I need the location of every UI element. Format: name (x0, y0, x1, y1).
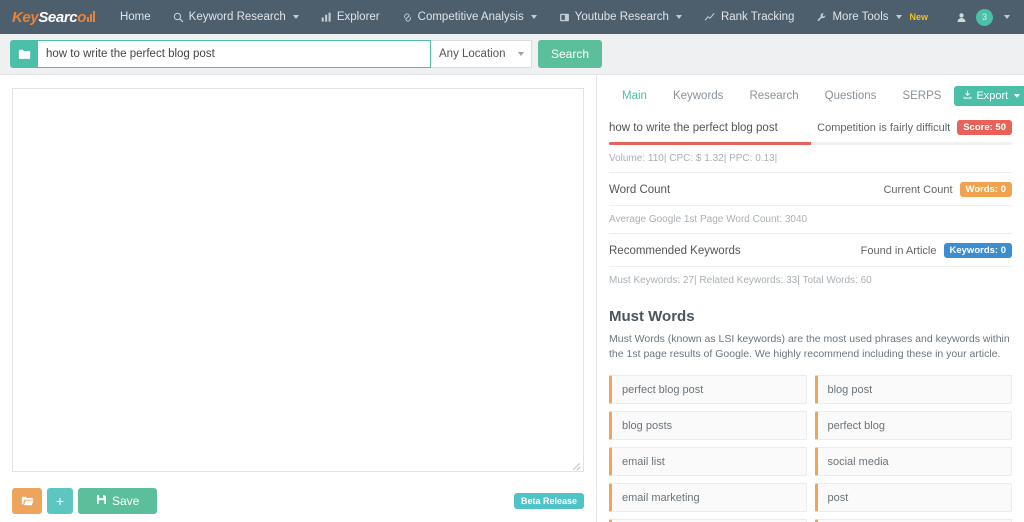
nav-item-competitive-analysis[interactable]: Competitive Analysis (391, 0, 548, 34)
nav-item-more-tools[interactable]: More Tools New (805, 0, 939, 34)
must-word-card[interactable]: blog posts (609, 411, 807, 441)
main-content: + Save Beta Release Main Keywords Resear… (0, 74, 1024, 522)
recommended-group: Found in Article Keywords: 0 (861, 243, 1012, 258)
nav-item-rank-tracking[interactable]: Rank Tracking (693, 0, 806, 34)
export-button-label: Export (976, 90, 1009, 102)
account-badge[interactable]: 3 (976, 8, 993, 26)
textarea-resize-handle[interactable] (569, 457, 582, 470)
chevron-down-icon (518, 52, 524, 56)
keysearch-logo[interactable]: Key Searc o (0, 9, 109, 26)
competition-group: Competition is fairly difficult Score: 5… (817, 120, 1012, 135)
recommended-keywords-row: Recommended Keywords Found in Article Ke… (609, 234, 1012, 258)
article-editor-panel: + Save Beta Release (0, 74, 597, 522)
nav-item-keyword-research[interactable]: Keyword Research (162, 0, 310, 34)
keyword-summary-row: how to write the perfect blog post Compe… (609, 111, 1012, 135)
nav-label-youtube-research: Youtube Research (574, 11, 669, 23)
words-badge: Words: 0 (959, 182, 1012, 197)
nav-label-rank-tracking: Rank Tracking (720, 11, 795, 23)
word-count-title: Word Count (609, 183, 671, 196)
new-badge: New (909, 12, 929, 22)
must-word-card[interactable]: email list (609, 447, 807, 477)
score-badge: Score: 50 (957, 120, 1012, 135)
nav-label-keyword-research: Keyword Research (188, 11, 286, 23)
folder-icon-button[interactable] (10, 40, 38, 68)
must-word-card[interactable]: email marketing (609, 483, 807, 513)
logo-o-text: o (77, 8, 86, 26)
download-icon (963, 90, 972, 102)
nav-label-more-tools: More Tools (832, 11, 889, 23)
nav-label-competitive-analysis: Competitive Analysis (417, 11, 524, 23)
nav-item-youtube-research[interactable]: Youtube Research (548, 0, 693, 34)
must-words-grid: perfect blog post blog post blog posts perf… (609, 366, 1012, 522)
must-words-title: Must Words (609, 308, 695, 325)
editor-toolbar: + Save Beta Release (12, 480, 584, 522)
must-word-card[interactable]: blog post (814, 375, 1012, 405)
search-icon (173, 12, 184, 23)
nav-item-explorer[interactable]: Explorer (310, 0, 391, 34)
competition-text: Competition is fairly difficult (817, 121, 951, 134)
chevron-down-icon (1014, 94, 1021, 98)
location-select[interactable]: Any Location (431, 40, 532, 68)
account-area: 3 (956, 8, 1014, 26)
beta-release-badge: Beta Release (513, 493, 584, 509)
chevron-down-icon (675, 15, 682, 19)
chevron-down-icon (895, 15, 902, 19)
found-in-article-label: Found in Article (860, 244, 937, 257)
search-button[interactable]: Search (538, 40, 603, 68)
tab-keywords[interactable]: Keywords (660, 83, 737, 109)
tab-serps[interactable]: SERPS (889, 83, 954, 109)
must-word-card[interactable]: perfect blog post (609, 375, 807, 405)
keyword-metrics-text: Volume: 110| CPC: $ 1.32| PPC: 0.13| (609, 145, 1012, 173)
tab-main[interactable]: Main (609, 83, 660, 109)
results-panel: Main Keywords Research Questions SERPS E… (597, 74, 1024, 522)
save-icon (96, 494, 107, 508)
export-button[interactable]: Export (954, 86, 1024, 106)
recommended-metrics-text: Must Keywords: 27| Related Keywords: 33|… (609, 275, 872, 286)
must-word-card[interactable]: perfect blog (814, 411, 1012, 441)
results-scroll-area: how to write the perfect blog post Compe… (597, 111, 1024, 522)
logo-search-text: Searc (38, 8, 78, 26)
average-word-count-text: Average Google 1st Page Word Count: 3040 (609, 206, 1012, 234)
save-button-label: Save (112, 494, 140, 508)
recommended-keywords-title: Recommended Keywords (609, 244, 741, 257)
video-icon (559, 12, 570, 23)
nav-label-explorer: Explorer (336, 11, 380, 23)
word-count-row: Word Count Current Count Words: 0 (609, 173, 1012, 197)
logo-bars-icon (86, 10, 95, 22)
account-badge-count: 3 (981, 12, 987, 22)
line-chart-icon (704, 12, 716, 23)
open-folder-button[interactable] (12, 488, 42, 514)
chevron-down-icon[interactable] (1004, 15, 1010, 19)
logo-key-text: Key (12, 8, 39, 26)
chevron-down-icon (530, 15, 537, 19)
must-word-card[interactable]: post (814, 483, 1012, 513)
results-tabs: Main Keywords Research Questions SERPS E… (597, 75, 1024, 111)
location-select-value: Any Location (439, 48, 506, 60)
must-word-card[interactable]: social media (814, 447, 1012, 477)
word-count-group: Current Count Words: 0 (883, 182, 1012, 197)
chevron-down-icon (292, 15, 299, 19)
save-button[interactable]: Save (78, 488, 158, 514)
user-icon[interactable] (956, 12, 967, 23)
wrench-icon (816, 12, 827, 23)
search-bar: Any Location Search (0, 34, 1024, 74)
keywords-found-badge: Keywords: 0 (943, 243, 1012, 258)
summary-keyword-text: how to write the perfect blog post (609, 121, 778, 134)
link-icon (402, 12, 413, 23)
add-new-button[interactable]: + (47, 488, 73, 514)
keyword-search-input[interactable] (38, 40, 431, 68)
tab-research[interactable]: Research (736, 83, 811, 109)
top-navigation-bar: Key Searc o Home Keyword Research Explorer… (0, 0, 1024, 34)
must-words-description: Must Words (known as LSI keywords) are t… (609, 333, 1010, 361)
article-textarea[interactable] (12, 88, 584, 472)
bar-chart-icon (321, 12, 332, 23)
current-count-label: Current Count (883, 183, 953, 196)
tab-questions[interactable]: Questions (812, 83, 890, 109)
nav-item-home[interactable]: Home (109, 0, 162, 34)
nav-label-home: Home (119, 11, 151, 23)
